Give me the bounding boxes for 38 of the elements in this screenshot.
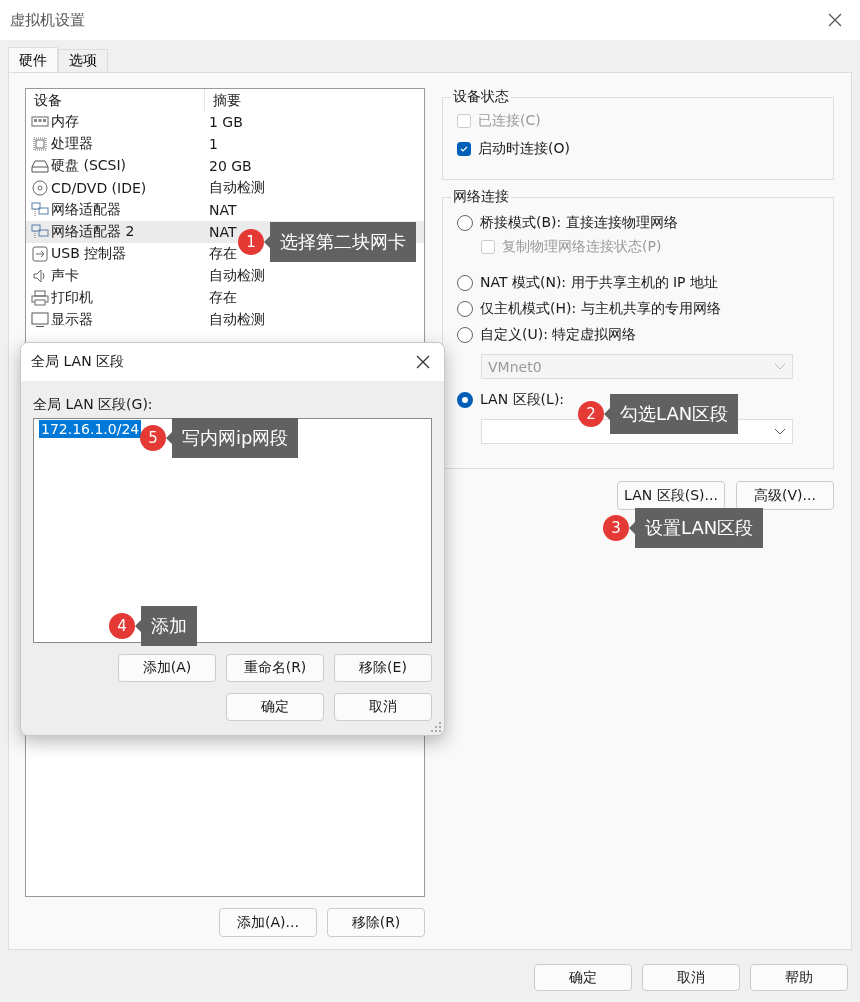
callout-tooltip: 写内网ip网段 (166, 418, 299, 458)
device-name: 声卡 (51, 267, 79, 285)
device-summary: 自动检测 (208, 267, 265, 285)
device-summary: 1 GB (208, 114, 243, 130)
device-name: CD/DVD (IDE) (51, 180, 147, 196)
radio-label: 仅主机模式(H): 与主机共享的专用网络 (480, 300, 721, 318)
device-name: 打印机 (51, 289, 93, 307)
window-title: 虚拟机设置 (10, 10, 85, 30)
device-summary: NAT (208, 224, 237, 240)
callout-tooltip: 选择第二块网卡 (264, 222, 416, 262)
checkbox-label: 复制物理网络连接状态(P) (502, 238, 662, 256)
device-summary: 存在 (208, 245, 237, 263)
device-summary: 自动检测 (208, 179, 265, 197)
device-summary: 1 (208, 136, 218, 152)
device-name: 显示器 (51, 311, 93, 329)
checkbox-label: 启动时连接(O) (478, 140, 570, 158)
checkbox-label: 已连接(C) (478, 112, 541, 130)
device-summary: 存在 (208, 289, 237, 307)
radio-label: 桥接模式(B): 直接连接物理网络 (480, 214, 678, 232)
callout-tooltip: 添加 (135, 606, 197, 646)
group-title: 网络连接 (452, 188, 510, 206)
device-name: 网络适配器 (51, 201, 121, 219)
device-summary: 20 GB (208, 158, 252, 174)
radio-label: 自定义(U): 特定虚拟网络 (480, 326, 637, 344)
list-label: 全局 LAN 区段(G): (33, 395, 154, 414)
device-name: 硬盘 (SCSI) (51, 157, 127, 175)
radio-label: LAN 区段(L): (480, 391, 565, 409)
device-summary: NAT (208, 202, 237, 218)
device-name: 处理器 (51, 135, 93, 153)
device-name: USB 控制器 (51, 245, 127, 263)
device-name: 内存 (51, 113, 79, 131)
callout-tooltip: 勾选LAN区段 (604, 394, 739, 434)
dialog-title: 全局 LAN 区段 (31, 353, 125, 371)
device-name: 网络适配器 2 (51, 223, 135, 241)
group-title: 设备状态 (452, 88, 510, 106)
callout-tooltip: 设置LAN区段 (629, 508, 764, 548)
device-summary: 自动检测 (208, 311, 265, 329)
radio-label: NAT 模式(N): 用于共享主机的 IP 地址 (480, 274, 718, 292)
